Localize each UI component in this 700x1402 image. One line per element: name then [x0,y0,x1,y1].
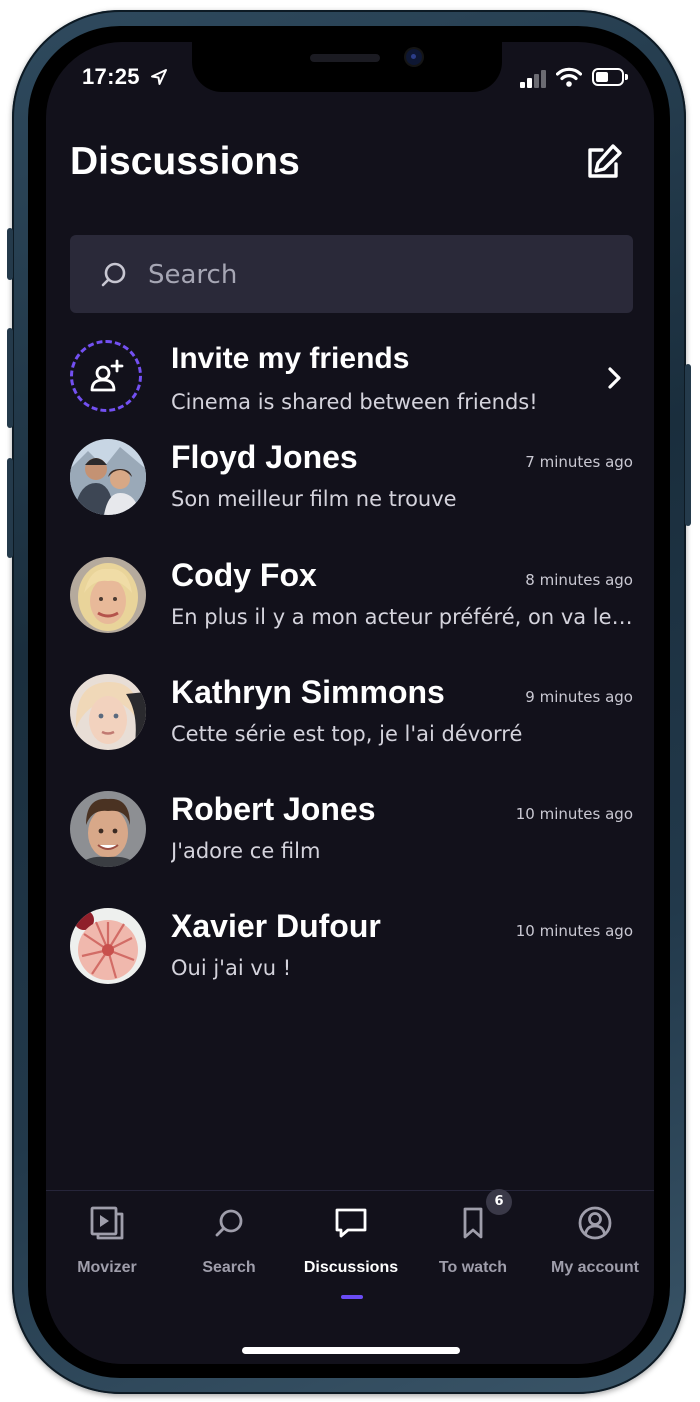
earpiece-speaker [310,54,380,62]
contact-name: Kathryn Simmons [171,674,445,710]
message-time: 8 minutes ago [525,571,633,589]
conversation-row[interactable]: Robert Jones 10 minutes ago J'adore ce f… [70,791,633,881]
avatar [70,557,146,633]
message-preview: En plus il y a mon acteur préféré, on va… [171,605,633,629]
message-time: 10 minutes ago [515,922,633,940]
to-watch-count-badge: 6 [486,1189,512,1215]
notch [192,42,502,92]
wifi-icon [556,67,582,87]
compose-icon[interactable] [584,142,624,182]
message-preview: Cette série est top, je l'ai dévorré [171,722,523,746]
tab-to-watch[interactable]: 6 To watch [412,1189,534,1305]
message-preview: Son meilleur film ne trouve [171,487,457,511]
contact-name: Floyd Jones [171,439,358,475]
search-bar[interactable] [70,235,633,313]
search-input[interactable] [146,255,610,295]
app-screen: 17:25 Discussions Search Invite my frien… [46,42,654,1364]
invite-friends-row[interactable]: Invite my friends Cinema is shared betwe… [70,340,633,420]
tab-label: To watch [438,1259,508,1276]
battery-icon [592,68,628,86]
message-time: 10 minutes ago [515,805,633,823]
conversation-row[interactable]: Kathryn Simmons 9 minutes ago Cette séri… [70,674,633,764]
search-icon [215,1209,243,1237]
user-circle-icon [578,1206,612,1240]
avatar [70,791,146,867]
tab-bar: Movizer Search Discussions 6 To watch My… [46,1189,654,1364]
avatar [70,908,146,984]
message-time: 7 minutes ago [525,453,633,471]
power-button [685,364,691,526]
contact-name: Robert Jones [171,791,376,827]
chat-icon [335,1208,367,1238]
invite-subtitle: Cinema is shared between friends! [171,390,538,414]
tab-label: Search [202,1259,256,1276]
location-arrow-icon [151,69,167,85]
message-preview: J'adore ce film [171,839,321,863]
volume-up-button [7,328,13,428]
tab-discussions[interactable]: Discussions [290,1205,412,1305]
tab-movizer[interactable]: Movizer [46,1205,168,1305]
status-time: 17:25 [82,64,140,89]
tab-label: Movizer [77,1259,137,1276]
home-indicator[interactable] [242,1347,460,1354]
play-square-icon [90,1206,124,1240]
conversation-row[interactable]: Floyd Jones 7 minutes ago Son meilleur f… [70,439,633,529]
active-tab-indicator [341,1295,363,1299]
chevron-right-icon [608,367,621,389]
search-icon [101,262,126,287]
page-title: Discussions [70,140,300,183]
tab-label: My account [550,1259,639,1276]
tab-my-account[interactable]: My account [534,1205,654,1305]
message-time: 9 minutes ago [525,688,633,706]
tab-search[interactable]: Search [168,1205,290,1305]
contact-name: Cody Fox [171,557,317,593]
invite-title: Invite my friends [171,342,410,375]
message-preview: Oui j'ai vu ! [171,956,292,980]
add-user-icon [90,359,124,392]
front-camera [406,49,422,65]
tab-label: Discussions [303,1259,399,1276]
conversation-row[interactable]: Cody Fox 8 minutes ago En plus il y a mo… [70,557,633,647]
contact-name: Xavier Dufour [171,908,381,944]
bookmark-icon [463,1207,483,1239]
avatar [70,439,146,515]
conversation-row[interactable]: Xavier Dufour 10 minutes ago Oui j'ai vu… [70,908,633,998]
volume-down-button [7,458,13,558]
avatar [70,674,146,750]
mute-switch [7,228,13,280]
signal-icon [520,70,548,88]
invite-avatar [70,340,142,412]
